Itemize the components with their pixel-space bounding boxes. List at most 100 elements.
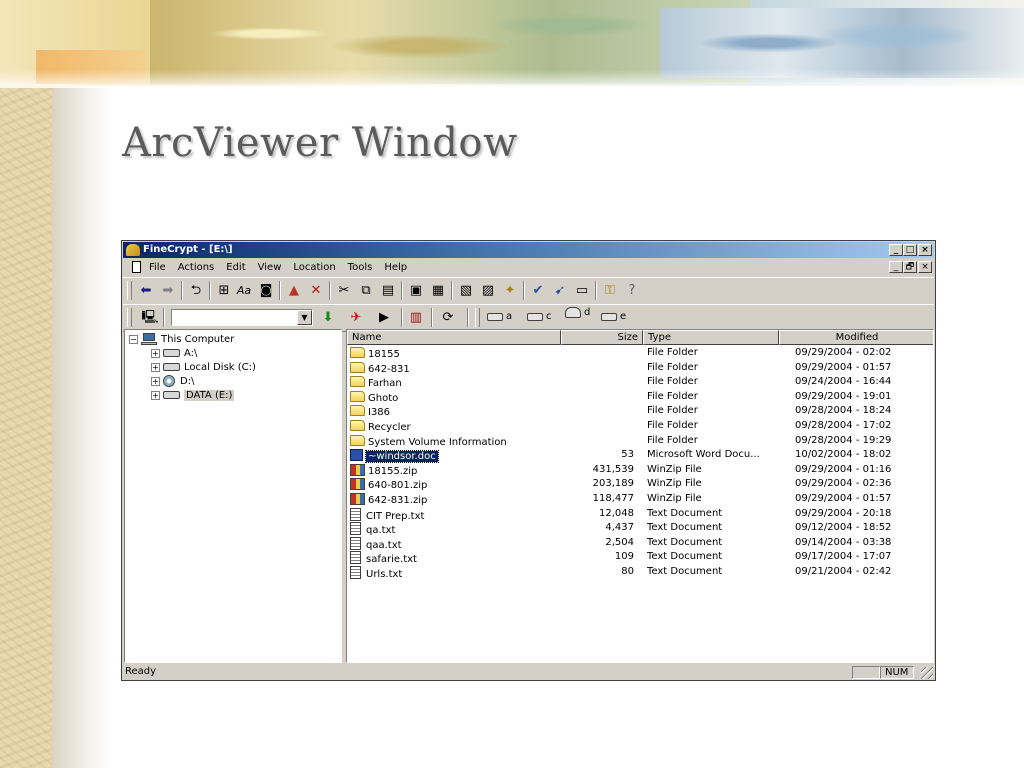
expand-icon[interactable]: +	[151, 376, 160, 386]
forward-arrow-icon[interactable]: ➡	[159, 282, 177, 300]
text-file-icon	[350, 522, 361, 536]
disconnect-icon[interactable]: ✈	[347, 309, 365, 327]
cell-size: 118,477	[592, 493, 634, 504]
menu-item-edit[interactable]: Edit	[226, 262, 251, 273]
tree-item-a[interactable]: + A:\	[151, 346, 197, 360]
table-row[interactable]: qa.txt 4,437 Text Document 09/12/2004 - 18:…	[347, 521, 933, 536]
tree-item-e[interactable]: + DATA (E:)	[151, 388, 235, 402]
copy-icon[interactable]: ⧉	[357, 282, 375, 300]
document-icon[interactable]	[132, 261, 141, 273]
table-row[interactable]: ~windsor.doc 53 Microsoft Word Docu... 10/0…	[347, 448, 933, 464]
table-row[interactable]: 18155 File Folder 09/29/2004 - 02:02	[347, 346, 933, 360]
tree-item-this-computer[interactable]: − This Computer	[129, 332, 234, 346]
folder-properties-icon[interactable]: ▦	[429, 282, 447, 300]
path-combobox[interactable]: ▼	[171, 309, 313, 326]
key-icon[interactable]: ⚿	[601, 282, 619, 300]
cut-icon[interactable]: ✂	[335, 282, 353, 300]
table-row[interactable]: Recycler File Folder 09/28/2004 - 17:02	[347, 419, 933, 433]
new-folder-icon[interactable]: ▣	[407, 282, 425, 300]
folder-icon	[350, 347, 365, 358]
cell-modified: 09/29/2004 - 02:36	[795, 478, 892, 490]
tree-item-d[interactable]: + D:\	[151, 374, 194, 388]
child-minimize-button[interactable]: _	[889, 261, 903, 273]
expand-icon[interactable]: +	[151, 362, 160, 372]
tree-view-icon[interactable]: ⊞	[215, 282, 233, 300]
collapse-icon[interactable]: −	[129, 334, 138, 344]
up-folder-icon[interactable]: ⮌	[187, 282, 205, 300]
file-name: qaa.txt	[366, 539, 402, 551]
sign-icon[interactable]: ➹	[551, 282, 569, 300]
table-row[interactable]: 642-831.zip 118,477 WinZip File 09/29/2004 …	[347, 492, 933, 506]
file-name: 18155.zip	[368, 465, 418, 477]
column-header-size[interactable]: Size	[561, 330, 643, 345]
title-bar[interactable]: FineCrypt - [E:\] _ □ ×	[123, 242, 934, 258]
child-restore-button[interactable]: 🗗	[903, 261, 917, 273]
drive-button-e[interactable]: e	[601, 311, 626, 322]
check-icon[interactable]: ✔	[529, 282, 547, 300]
toolbar-grip[interactable]	[475, 308, 480, 327]
properties-icon[interactable]: ◙	[257, 282, 275, 300]
status-text: Ready	[125, 666, 157, 677]
drive-button-d[interactable]: d	[565, 307, 590, 318]
app-icon[interactable]	[126, 244, 140, 256]
table-row[interactable]: 642-831 File Folder 09/29/2004 - 01:57	[347, 361, 933, 375]
go-arrow-icon[interactable]: ⬇	[319, 309, 337, 327]
folder-tree[interactable]: − This Computer + A:\ + Local Disk (C:) …	[124, 329, 342, 663]
file-name: Farhan	[368, 378, 402, 390]
column-header-modified[interactable]: Modified	[779, 330, 933, 345]
menu-item-actions[interactable]: Actions	[178, 262, 221, 273]
help-icon[interactable]: ?	[623, 282, 641, 300]
rename-icon[interactable]: Aa	[235, 282, 253, 300]
table-row[interactable]: CIT Prep.txt 12,048 Text Document 09/29/200…	[347, 507, 933, 522]
back-arrow-icon[interactable]: ⬅	[137, 282, 155, 300]
map-drive-icon[interactable]: ▶	[375, 309, 393, 327]
file-name: Ghoto	[368, 392, 399, 404]
table-row[interactable]: qaa.txt 2,504 Text Document 09/14/2004 - 03…	[347, 536, 933, 551]
chevron-down-icon[interactable]: ▼	[297, 310, 312, 325]
file-list[interactable]: Name Size Type Modified 18155 File Folder…	[346, 329, 934, 663]
compress-icon[interactable]: ▧	[457, 282, 475, 300]
find-icon[interactable]: ▥	[407, 309, 425, 327]
column-header-name[interactable]: Name	[347, 330, 561, 345]
computer-icon[interactable]: 🖳	[141, 309, 159, 327]
encrypt-icon[interactable]: ▲	[285, 282, 303, 300]
table-row[interactable]: Farhan File Folder 09/24/2004 - 16:44	[347, 375, 933, 389]
tree-item-c[interactable]: + Local Disk (C:)	[151, 360, 256, 374]
delete-icon[interactable]: ✕	[307, 282, 325, 300]
table-row[interactable]: Urls.txt 80 Text Document 09/21/2004 - 02:4…	[347, 565, 933, 580]
maximize-button[interactable]: □	[903, 244, 917, 256]
cell-modified: 09/29/2004 - 01:57	[795, 361, 892, 373]
table-row[interactable]: 18155.zip 431,539 WinZip File 09/29/2004 - …	[347, 463, 933, 477]
expand-icon[interactable]: +	[151, 348, 160, 358]
table-row[interactable]: safarie.txt 109 Text Document 09/17/2004 - …	[347, 550, 933, 565]
minimize-button[interactable]: _	[889, 244, 903, 256]
view-icon[interactable]: ▭	[573, 282, 591, 300]
close-button[interactable]: ×	[918, 244, 932, 256]
toolbar-grip[interactable]	[127, 281, 132, 300]
cell-name: 18155.zip	[350, 463, 418, 477]
word-document-icon	[350, 449, 363, 462]
table-row[interactable]: Ghoto File Folder 09/29/2004 - 19:01	[347, 390, 933, 404]
resize-grip[interactable]	[921, 667, 933, 679]
options-icon[interactable]: ✦	[501, 282, 519, 300]
column-header-type[interactable]: Type	[643, 330, 779, 345]
menu-item-file[interactable]: File	[149, 262, 172, 273]
table-row[interactable]: I386 File Folder 09/28/2004 - 18:24	[347, 404, 933, 418]
expand-icon[interactable]: +	[151, 390, 160, 400]
cell-type: Text Document	[647, 551, 723, 563]
toolbar-separator	[431, 308, 433, 327]
toolbar-grip[interactable]	[127, 308, 132, 327]
refresh-icon[interactable]: ⟳	[439, 309, 457, 327]
paste-icon[interactable]: ▤	[379, 282, 397, 300]
child-close-button[interactable]: ×	[918, 261, 932, 273]
menu-item-location[interactable]: Location	[293, 262, 341, 273]
menu-item-tools[interactable]: Tools	[348, 262, 379, 273]
drive-button-c[interactable]: c	[527, 311, 552, 322]
folder-icon	[350, 405, 365, 417]
menu-item-help[interactable]: Help	[384, 262, 413, 273]
drive-button-a[interactable]: a	[487, 311, 512, 322]
table-row[interactable]: System Volume Information File Folder 09/2…	[347, 434, 933, 448]
menu-item-view[interactable]: View	[258, 262, 288, 273]
table-row[interactable]: 640-801.zip 203,189 WinZip File 09/29/2004 …	[347, 477, 933, 491]
extract-icon[interactable]: ▨	[479, 282, 497, 300]
